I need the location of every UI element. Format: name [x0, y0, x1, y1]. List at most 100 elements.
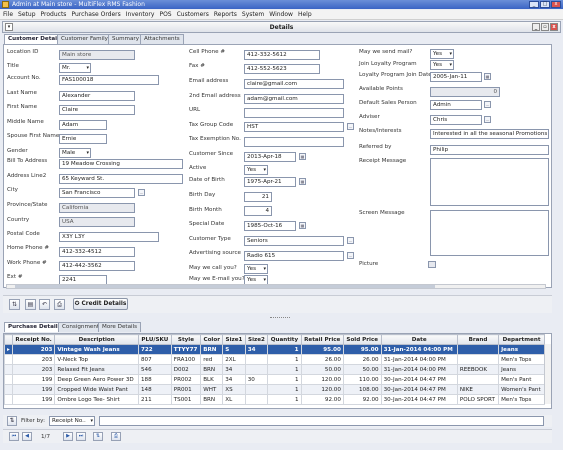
bill-to-address-field[interactable]: 19 Meadow Crossing	[59, 159, 183, 169]
column-header[interactable]: Retail Price	[300, 334, 344, 345]
birth-day-field[interactable]: 21	[244, 192, 272, 202]
column-header[interactable]: PLU/SKU	[137, 334, 172, 345]
city-lookup-icon[interactable]: …	[138, 189, 145, 196]
account-no-field[interactable]: FAS100018	[59, 75, 159, 85]
sales-person-lookup-icon[interactable]: …	[484, 101, 491, 108]
picture-box[interactable]	[428, 261, 436, 268]
column-header[interactable]: Brand	[456, 334, 500, 345]
menu-window[interactable]: Window	[269, 10, 293, 19]
print-icon[interactable]: ⎙	[111, 432, 121, 441]
email-field[interactable]: claire@gmail.com	[244, 79, 344, 89]
tab-purchase-details[interactable]: Purchase Details	[4, 322, 66, 332]
grid-icon[interactable]: ▤	[25, 299, 36, 310]
minimize-icon[interactable]: _	[532, 23, 540, 31]
column-header[interactable]: Receipt No.	[11, 334, 56, 345]
default-sales-person-field[interactable]: Admin	[430, 100, 482, 110]
location-id-field[interactable]: Main store	[59, 50, 135, 60]
column-header[interactable]: Size2	[244, 334, 269, 345]
loyalty-join-date-field[interactable]: 2005-Jan-11	[430, 72, 482, 82]
collapse-icon[interactable]: ▾	[5, 23, 13, 31]
dob-field[interactable]: 1975-Apr-21	[244, 177, 296, 187]
menu-products[interactable]: Products	[41, 10, 67, 19]
spouse-first-name-field[interactable]: Ernie	[59, 134, 107, 144]
form-horizontal-scrollbar[interactable]	[6, 284, 546, 289]
postal-code-field[interactable]: X3Y L3Y	[59, 232, 159, 242]
first-name-field[interactable]: Claire	[59, 105, 135, 115]
table-row[interactable]: 203 Relaxed Fit Jeans 546 D002 BRN 34 1 50.00 50…	[4, 364, 545, 375]
tab-customer-family[interactable]: Customer Family	[57, 34, 112, 44]
filter-icon[interactable]: ⇅	[7, 416, 17, 426]
customer-type-field[interactable]: Seniors	[244, 236, 344, 246]
close-icon[interactable]: x	[550, 23, 558, 31]
panel-splitter[interactable]	[270, 317, 290, 319]
menu-inventory[interactable]: Inventory	[126, 10, 155, 19]
grid-vertical-scrollbar[interactable]	[544, 344, 551, 404]
table-row[interactable]: 199 Ombre Logo Tee- Shirt 211 TS001 BRN XL 1 92…	[4, 394, 545, 405]
advertising-lookup-icon[interactable]: …	[347, 252, 354, 259]
last-name-field[interactable]: Alexander	[59, 91, 135, 101]
birth-month-field[interactable]: 4	[244, 206, 272, 216]
minimize-icon[interactable]: _	[529, 1, 539, 8]
adviser-field[interactable]: Chris	[430, 115, 482, 125]
calendar-icon[interactable]: ▦	[299, 178, 306, 185]
next-record-icon[interactable]: ▶	[63, 432, 73, 441]
menu-system[interactable]: System	[242, 10, 264, 19]
column-header[interactable]: Quantity	[267, 334, 302, 345]
notes-field[interactable]: Interested in all the seasonal Promotion…	[430, 129, 549, 139]
calendar-icon[interactable]: ▦	[484, 73, 491, 80]
maximize-icon[interactable]: □	[540, 1, 550, 8]
screen-message-field[interactable]	[430, 210, 549, 256]
table-row[interactable]: 203 V-Neck Top 807 FRA100 red 2XL 1 26.00 26.00 3…	[4, 354, 545, 365]
menu-file[interactable]: File	[3, 10, 13, 19]
tab-attachments[interactable]: Attachments	[140, 34, 184, 44]
title-dropdown[interactable]: Mr.	[59, 63, 91, 73]
previous-record-icon[interactable]: ◀	[22, 432, 32, 441]
menu-pos[interactable]: POS	[159, 10, 171, 19]
tab-summary[interactable]: Summary	[108, 34, 144, 44]
tax-exemption-field[interactable]	[244, 137, 344, 147]
column-header[interactable]: Size1	[222, 334, 246, 345]
customer-since-field[interactable]: 2013-Apr-18	[244, 152, 296, 162]
may-call-dropdown[interactable]: Yes	[244, 264, 268, 274]
join-loyalty-dropdown[interactable]: Yes	[430, 60, 454, 70]
active-dropdown[interactable]: Yes	[244, 165, 268, 175]
gender-dropdown[interactable]: Male	[59, 148, 91, 158]
customer-type-lookup-icon[interactable]: …	[347, 237, 354, 244]
column-header[interactable]: Description	[54, 334, 139, 345]
middle-name-field[interactable]: Adam	[59, 120, 107, 130]
address-line2-field[interactable]: 65 Keyward St.	[59, 174, 183, 184]
first-record-icon[interactable]: ⏮	[9, 432, 19, 441]
email2-field[interactable]: adam@gmail.com	[244, 94, 344, 104]
undo-icon[interactable]: ↶	[39, 299, 50, 310]
print-icon[interactable]: ⎙	[54, 299, 65, 310]
refresh-icon[interactable]: ⇅	[93, 432, 103, 441]
refresh-icon[interactable]: ⇅	[9, 299, 20, 310]
menu-help[interactable]: Help	[298, 10, 312, 19]
fax-field[interactable]: 412-552-5623	[244, 64, 320, 74]
column-header[interactable]: Sold Price	[342, 334, 382, 345]
table-row[interactable]: 199 Deep Green Aero Power 3D 188 PR002 BLK 34…	[4, 374, 545, 385]
referred-by-field[interactable]: Philip	[430, 145, 549, 155]
tab-more-details[interactable]: More Details	[98, 322, 142, 332]
receipt-message-field[interactable]	[430, 158, 549, 206]
column-header[interactable]: Department	[498, 334, 545, 345]
credit-details-button[interactable]: ✪ Credit Details	[73, 298, 128, 310]
close-icon[interactable]: x	[551, 1, 561, 8]
advertising-field[interactable]: Radio 615	[244, 251, 344, 261]
adviser-lookup-icon[interactable]: …	[484, 116, 491, 123]
may-send-mail-dropdown[interactable]: Yes	[430, 49, 454, 59]
column-header[interactable]: Date	[380, 334, 458, 345]
filter-input[interactable]	[99, 416, 544, 426]
home-phone-field[interactable]: 412-332-4512	[59, 247, 135, 257]
cell-phone-field[interactable]: 412-332-5612	[244, 50, 320, 60]
menu-purchase-orders[interactable]: Purchase Orders	[71, 10, 120, 19]
table-row[interactable]: 199 Cropped Wide Waist Pant 148 PR001 WHT XS 1…	[4, 384, 545, 395]
column-header[interactable]: Style	[170, 334, 202, 345]
last-record-icon[interactable]: ⏭	[76, 432, 86, 441]
url-field[interactable]	[244, 108, 344, 118]
menu-customers[interactable]: Customers	[177, 10, 209, 19]
city-field[interactable]: San Francisco	[59, 188, 135, 198]
column-header[interactable]: Color	[200, 334, 224, 345]
calendar-icon[interactable]: ▦	[299, 153, 306, 160]
tax-group-field[interactable]: HST	[244, 122, 344, 132]
